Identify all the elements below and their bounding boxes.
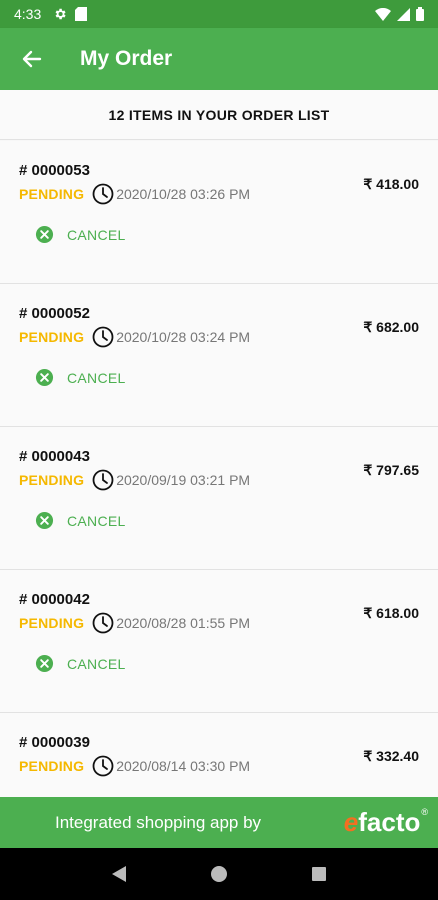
order-item[interactable]: # 0000052 PENDING 2020/10/28 03:24 PM ₹ …	[0, 284, 438, 427]
cancel-label: CANCEL	[67, 655, 126, 672]
order-price: ₹ 797.65	[363, 462, 419, 478]
order-date: 2020/10/28 03:26 PM	[116, 186, 251, 202]
order-count-header: 12 ITEMS IN YOUR ORDER LIST	[0, 90, 438, 140]
order-status: PENDING	[19, 758, 85, 774]
order-date: 2020/10/28 03:24 PM	[116, 329, 251, 345]
clock-icon	[92, 183, 114, 205]
order-date: 2020/08/28 01:55 PM	[116, 615, 251, 631]
order-price: ₹ 682.00	[363, 319, 419, 335]
order-date: 2020/08/14 03:30 PM	[116, 758, 251, 774]
order-id: # 0000042	[19, 591, 90, 608]
clock-icon	[92, 612, 114, 634]
wifi-icon	[375, 7, 391, 21]
nav-home-icon[interactable]	[210, 865, 228, 883]
order-status: PENDING	[19, 472, 85, 488]
cancel-circle-icon	[35, 511, 54, 530]
back-button[interactable]	[0, 28, 64, 90]
order-status: PENDING	[19, 329, 85, 345]
logo-text: facto	[358, 807, 421, 837]
cancel-order-button[interactable]: CANCEL	[35, 654, 126, 673]
logo-e: e	[343, 807, 359, 837]
order-date: 2020/09/19 03:21 PM	[116, 472, 251, 488]
efacto-logo: e facto ®	[344, 807, 428, 838]
cancel-order-button[interactable]: CANCEL	[35, 368, 126, 387]
order-id: # 0000043	[19, 448, 90, 465]
footer-banner: Integrated shopping app by e facto ®	[0, 797, 438, 848]
cancel-circle-icon	[35, 368, 54, 387]
cancel-circle-icon	[35, 225, 54, 244]
page-title: My Order	[80, 47, 173, 70]
registered-mark: ®	[421, 807, 428, 817]
battery-icon	[416, 7, 424, 21]
order-status: PENDING	[19, 186, 85, 202]
order-id: # 0000039	[19, 734, 90, 751]
order-item[interactable]: # 0000039 PENDING 2020/08/14 03:30 PM ₹ …	[0, 713, 438, 797]
footer-text: Integrated shopping app by	[55, 812, 262, 832]
order-price: ₹ 418.00	[363, 176, 419, 192]
signal-icon	[397, 7, 410, 21]
sd-card-icon	[75, 7, 88, 21]
clock-icon	[92, 326, 114, 348]
nav-back-icon[interactable]	[111, 865, 127, 883]
back-arrow-icon	[22, 50, 42, 68]
cancel-order-button[interactable]: CANCEL	[35, 511, 126, 530]
status-time: 4:33	[14, 6, 42, 22]
cancel-label: CANCEL	[67, 226, 126, 243]
status-bar: 4:33	[0, 0, 438, 28]
order-status: PENDING	[19, 615, 85, 631]
cancel-order-button[interactable]: CANCEL	[35, 225, 126, 244]
clock-icon	[92, 755, 114, 777]
cancel-label: CANCEL	[67, 512, 126, 529]
order-item[interactable]: # 0000053 PENDING 2020/10/28 03:26 PM ₹ …	[0, 141, 438, 284]
order-id: # 0000053	[19, 162, 90, 179]
order-item[interactable]: # 0000043 PENDING 2020/09/19 03:21 PM ₹ …	[0, 427, 438, 570]
clock-icon	[92, 469, 114, 491]
order-id: # 0000052	[19, 305, 90, 322]
settings-icon	[55, 8, 66, 20]
order-item[interactable]: # 0000042 PENDING 2020/08/28 01:55 PM ₹ …	[0, 570, 438, 713]
app-bar: My Order	[0, 28, 438, 90]
cancel-circle-icon	[35, 654, 54, 673]
order-price: ₹ 618.00	[363, 605, 419, 621]
nav-recents-icon[interactable]	[311, 866, 327, 882]
order-list: # 0000053 PENDING 2020/10/28 03:26 PM ₹ …	[0, 141, 438, 797]
cancel-label: CANCEL	[67, 369, 126, 386]
order-price: ₹ 332.40	[363, 748, 419, 764]
system-nav-bar	[0, 848, 438, 900]
